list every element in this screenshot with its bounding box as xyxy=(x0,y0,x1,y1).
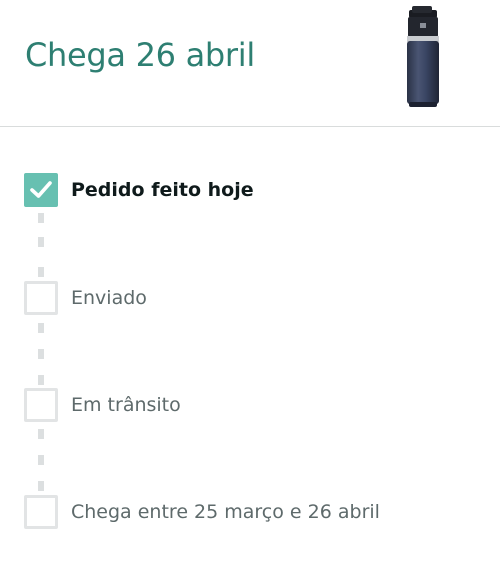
timeline-connector xyxy=(38,455,44,465)
tumbler-bottle-icon xyxy=(407,6,439,107)
checkbox-empty-icon xyxy=(24,388,58,422)
step-label: Enviado xyxy=(71,287,147,309)
timeline-connector xyxy=(38,323,44,333)
delivery-header: Chega 26 abril xyxy=(0,0,500,127)
delivery-date-title: Chega 26 abril xyxy=(25,36,255,74)
timeline-connector xyxy=(38,481,44,491)
checkbox-empty-icon xyxy=(24,281,58,315)
checkbox-checked-icon xyxy=(24,173,58,207)
product-thumbnail[interactable] xyxy=(400,6,448,108)
checkbox-empty-icon xyxy=(24,495,58,529)
timeline-step-arrival: Chega entre 25 março e 26 abril xyxy=(24,495,484,529)
timeline-step-in-transit: Em trânsito xyxy=(24,388,484,422)
order-tracking-timeline: Pedido feito hoje Enviado Em trânsito Ch… xyxy=(0,127,500,563)
timeline-step-shipped: Enviado xyxy=(24,281,484,315)
step-label: Chega entre 25 março e 26 abril xyxy=(71,501,380,523)
timeline-connector xyxy=(38,267,44,277)
step-label: Pedido feito hoje xyxy=(71,179,254,201)
checkmark-icon xyxy=(30,181,52,198)
timeline-connector xyxy=(38,429,44,439)
timeline-connector xyxy=(38,237,44,247)
timeline-connector xyxy=(38,349,44,359)
step-label: Em trânsito xyxy=(71,394,181,416)
timeline-step-ordered: Pedido feito hoje xyxy=(24,173,484,207)
timeline-connector xyxy=(38,213,44,223)
timeline-connector xyxy=(38,375,44,385)
